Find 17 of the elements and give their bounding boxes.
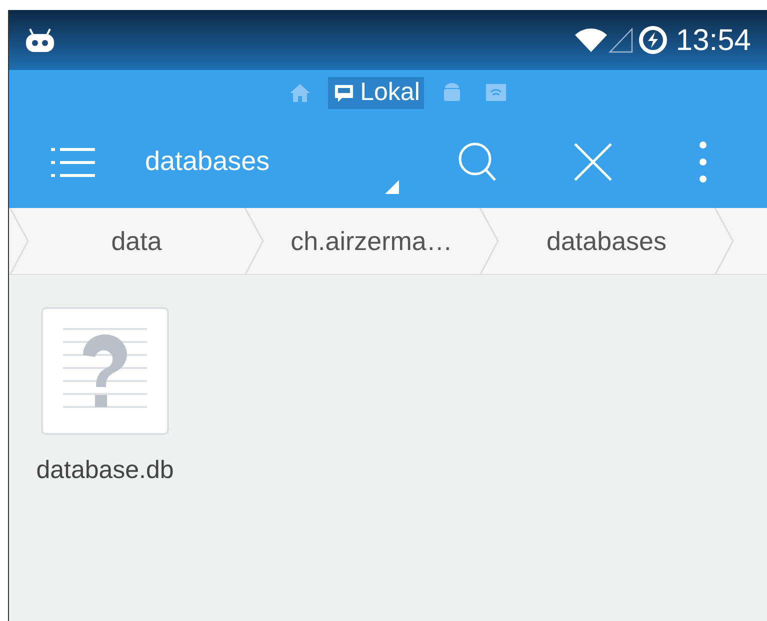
file-name: database.db xyxy=(35,455,175,486)
file-item[interactable]: database.db xyxy=(25,307,185,489)
wifi-icon xyxy=(574,26,608,54)
clock-time: 13:54 xyxy=(676,22,751,58)
breadcrumb-item[interactable]: ch.airzerma… xyxy=(264,208,479,274)
signal-icon xyxy=(608,26,634,54)
location-tab[interactable]: Lokal xyxy=(328,76,424,108)
more-icon xyxy=(699,140,707,184)
menu-button[interactable] xyxy=(51,146,95,178)
menu-icon xyxy=(51,146,95,178)
more-options-button[interactable] xyxy=(699,140,707,184)
battery-charging-icon xyxy=(638,25,668,55)
dropdown-corner-icon xyxy=(385,180,399,194)
robot-icon xyxy=(25,27,55,53)
breadcrumb-item[interactable]: data xyxy=(29,208,244,274)
breadcrumb-item[interactable]: databases xyxy=(499,208,714,274)
unknown-file-icon xyxy=(41,307,169,435)
